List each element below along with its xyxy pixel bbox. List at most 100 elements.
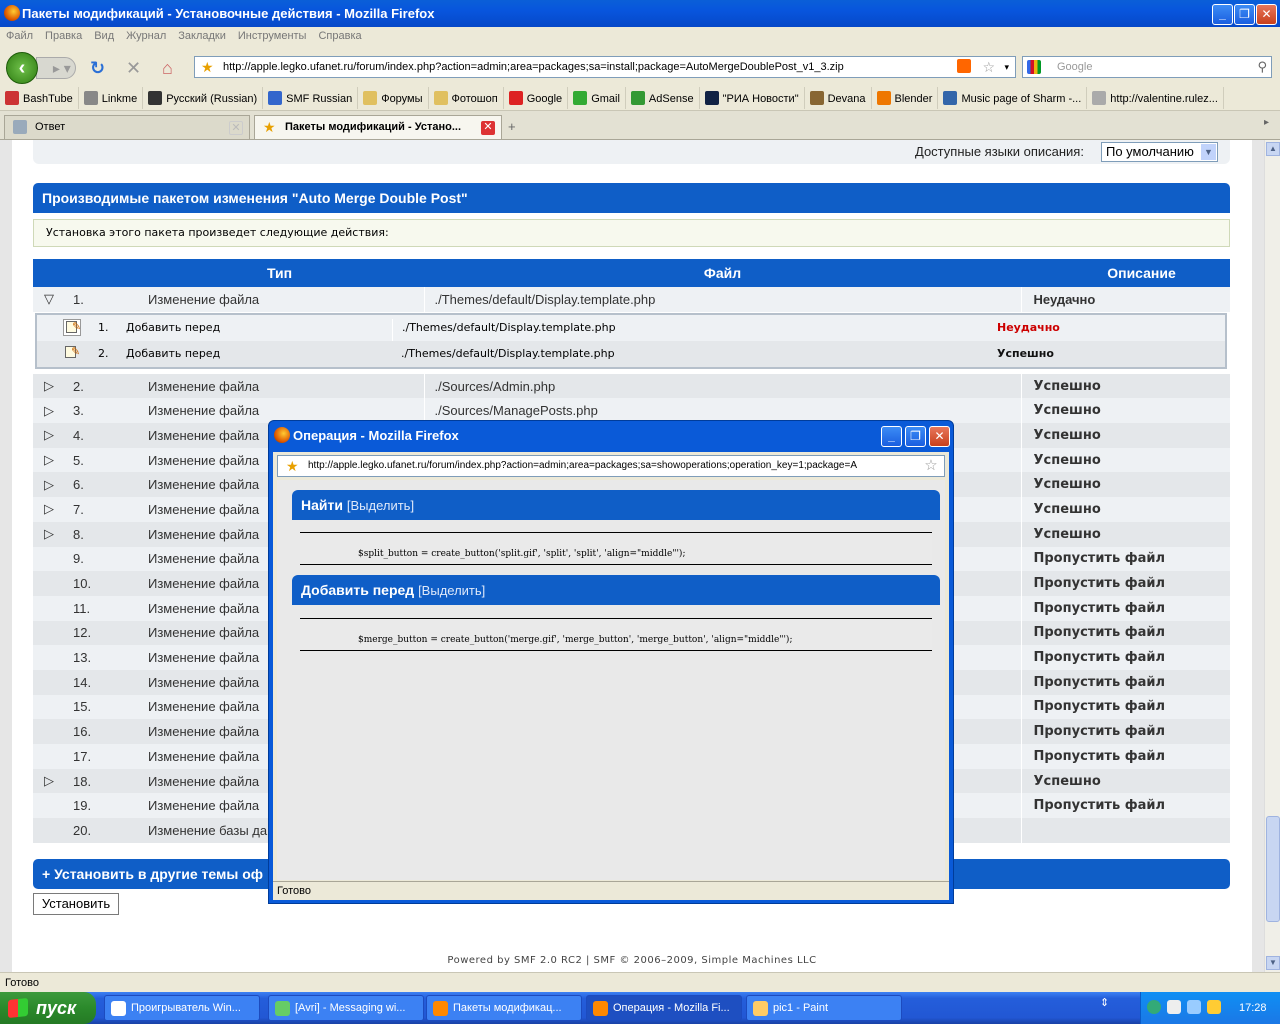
expand-arrow-icon — [33, 694, 65, 720]
minimize-button[interactable]: _ — [1212, 4, 1233, 25]
add-label: Добавить перед — [301, 582, 415, 598]
popup-maximize-button[interactable]: ❐ — [905, 426, 926, 447]
select-link[interactable]: [Выделить] — [347, 498, 414, 513]
taskbar-label: Пакеты модификац... — [453, 1002, 562, 1014]
tab-close-icon[interactable]: ✕ — [229, 121, 243, 135]
expand-arrow-icon[interactable]: ▷ — [33, 423, 65, 448]
bookmark-icon — [630, 91, 645, 105]
expand-arrow-icon[interactable]: ▷ — [33, 398, 65, 424]
menu-edit[interactable]: Правка — [39, 27, 88, 42]
expand-arrow-icon[interactable]: ▷ — [33, 768, 65, 794]
window-title-bar[interactable]: Пакеты модификаций - Установочные действ… — [0, 0, 1280, 27]
star-icon: ★ — [263, 119, 276, 135]
back-button[interactable]: ‹ — [6, 52, 38, 84]
popup-minimize-button[interactable]: _ — [881, 426, 902, 447]
forward-button[interactable]: ▸ ▾ — [36, 57, 76, 79]
taskbar-label: [Avri] - Messaging wi... — [295, 1002, 406, 1014]
start-button[interactable]: пуск — [0, 992, 96, 1024]
row-status: Пропустить файл — [1020, 669, 1230, 695]
popup-close-button[interactable]: ✕ — [929, 426, 950, 447]
tray-expand-icon[interactable]: ⇕ — [1100, 996, 1109, 1009]
scroll-down-icon[interactable]: ▼ — [1266, 956, 1280, 970]
bookmark-item[interactable]: Music page of Sharm -... — [938, 87, 1088, 109]
row-num: 8. — [65, 521, 139, 547]
bookmark-star-icon[interactable]: ☆ — [982, 57, 995, 77]
install-button[interactable]: Установить — [33, 893, 119, 915]
url-dropdown-icon[interactable]: ▾ — [1004, 57, 1009, 77]
bookmark-item[interactable]: Фотошоп — [429, 87, 504, 109]
bookmark-item[interactable]: http://valentine.rulez... — [1087, 87, 1224, 109]
popup-window[interactable]: Операция - Mozilla Firefox _ ❐ ✕ ★ http:… — [268, 420, 954, 904]
taskbar-item[interactable]: Операция - Mozilla Fi... — [586, 995, 742, 1021]
bookmark-item[interactable]: Linkme — [79, 87, 144, 109]
tray-icon[interactable] — [1147, 1000, 1161, 1014]
menu-bookmarks[interactable]: Закладки — [172, 27, 232, 42]
menu-history[interactable]: Журнал — [120, 27, 172, 42]
row-type: Изменение файла — [139, 373, 424, 399]
bookmark-item[interactable]: Google — [504, 87, 569, 109]
popup-url-bar[interactable]: ★ http://apple.legko.ufanet.ru/forum/ind… — [277, 455, 945, 477]
reload-icon[interactable]: ↻ — [90, 58, 105, 78]
row-num: 12. — [65, 620, 139, 646]
edit-icon[interactable]: ✎ — [63, 319, 81, 336]
select-link[interactable]: [Выделить] — [418, 583, 485, 598]
menu-tools[interactable]: Инструменты — [232, 27, 313, 42]
rss-icon[interactable] — [957, 59, 971, 73]
expand-arrow-icon[interactable]: ▷ — [33, 472, 65, 498]
tab-list-button[interactable]: ▸ — [1264, 117, 1278, 137]
search-icon[interactable]: ⚲ — [1257, 57, 1267, 77]
tab-bar: Ответ ✕ ★ Пакеты модификаций - Устано...… — [0, 111, 1280, 140]
taskbar-item[interactable]: Проигрыватель Win... — [104, 995, 260, 1021]
row-status: Пропустить файл — [1020, 719, 1230, 744]
chevron-down-icon[interactable]: ▼ — [1201, 144, 1216, 160]
bookmark-item[interactable]: BashTube — [0, 87, 79, 109]
expand-arrow-icon[interactable]: ▷ — [33, 521, 65, 547]
row-status: Пропустить файл — [1020, 694, 1230, 720]
expand-arrow-icon[interactable]: ▷ — [33, 373, 65, 399]
expand-arrow-icon[interactable]: ▽ — [33, 287, 65, 312]
bookmark-item[interactable]: Русский (Russian) — [143, 87, 264, 109]
sub-file: ./Themes/default/Display.template.php — [401, 347, 615, 360]
menu-help[interactable]: Справка — [312, 27, 367, 42]
url-bar[interactable]: ★ http://apple.legko.ufanet.ru/forum/ind… — [194, 56, 1016, 78]
bookmark-item[interactable]: "РИА Новости" — [700, 87, 805, 109]
search-input[interactable]: Google ⚲ — [1022, 56, 1272, 78]
row-num: 2. — [65, 373, 139, 399]
bookmark-item[interactable]: Gmail — [568, 87, 626, 109]
tab-close-icon[interactable]: ✕ — [481, 121, 495, 135]
tray-icon[interactable] — [1167, 1000, 1181, 1014]
menu-file[interactable]: Файл — [0, 27, 39, 42]
menu-view[interactable]: Вид — [88, 27, 120, 42]
bookmarks-toolbar: BashTube Linkme Русский (Russian) SMF Russi… — [0, 87, 1280, 111]
taskbar-item[interactable]: Пакеты модификац... — [426, 995, 582, 1021]
scroll-thumb[interactable] — [1266, 816, 1280, 922]
scroll-up-icon[interactable]: ▲ — [1266, 142, 1280, 156]
bookmark-item[interactable]: Форумы — [358, 87, 429, 109]
new-tab-button[interactable]: + — [508, 119, 516, 134]
bookmark-icon — [573, 91, 588, 105]
taskbar-label: Проигрыватель Win... — [131, 1002, 241, 1014]
close-button[interactable]: ✕ — [1256, 4, 1277, 25]
lang-select[interactable]: По умолчанию ▼ — [1101, 142, 1218, 162]
home-icon[interactable]: ⌂ — [162, 58, 173, 78]
expand-arrow-icon — [33, 793, 65, 819]
stop-icon[interactable]: ✕ — [126, 58, 141, 78]
tray-icon[interactable] — [1187, 1000, 1201, 1014]
expand-arrow-icon[interactable]: ▷ — [33, 447, 65, 473]
tray-icon[interactable] — [1207, 1000, 1221, 1014]
maximize-button[interactable]: ❐ — [1234, 4, 1255, 25]
taskbar-item[interactable]: [Avri] - Messaging wi... — [268, 995, 424, 1021]
edit-icon[interactable]: ✎ — [63, 345, 81, 362]
bookmark-item[interactable]: Blender — [872, 87, 939, 109]
bookmark-item[interactable]: SMF Russian — [263, 87, 359, 109]
expand-arrow-icon[interactable]: ▷ — [33, 497, 65, 522]
bookmark-star-icon[interactable]: ☆ — [922, 456, 940, 476]
bookmark-item[interactable]: AdSense — [626, 87, 700, 109]
popup-status: Готово — [273, 881, 949, 900]
bookmark-item[interactable]: Devana — [805, 87, 872, 109]
taskbar-item[interactable]: pic1 - Paint — [746, 995, 902, 1021]
tab-reply[interactable]: Ответ ✕ — [4, 115, 250, 139]
tab-packages[interactable]: ★ Пакеты модификаций - Устано... ✕ — [254, 115, 502, 139]
page-scrollbar[interactable]: ▲ ▼ — [1264, 140, 1280, 972]
row-num: 6. — [65, 472, 139, 498]
